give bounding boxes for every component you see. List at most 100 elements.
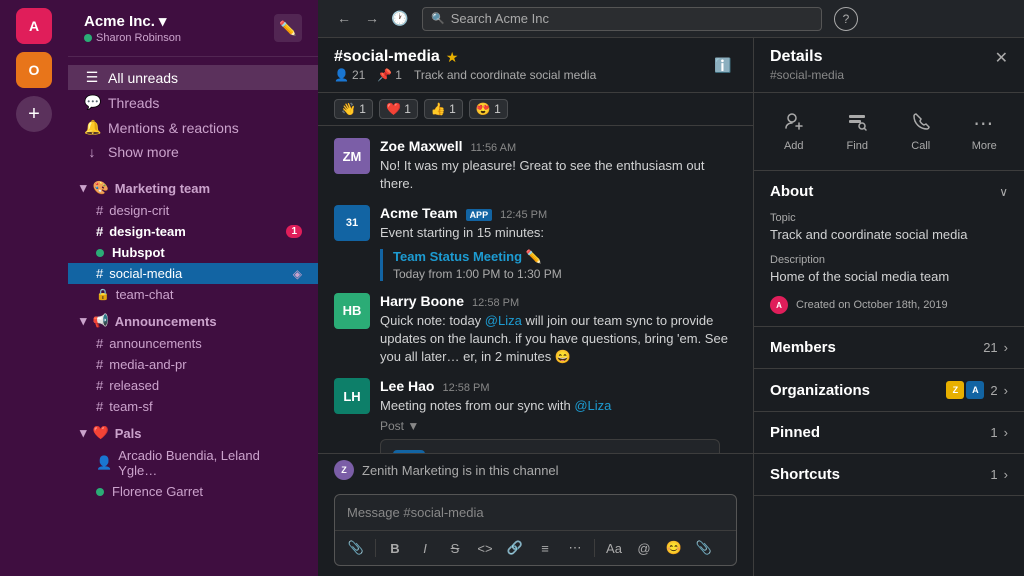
list-button[interactable]: ≡ [532,535,558,561]
members-count: 👤 21 [334,68,365,82]
reaction-heart-eyes[interactable]: 😍 1 [469,99,508,119]
attachment-button[interactable]: 📎 [343,535,369,561]
meeting-card[interactable]: 📄 1/9 Meeting Notes Last edited just now [380,439,720,453]
post-label[interactable]: Post ▼ [380,419,737,433]
topic-field: Topic Track and coordinate social media [770,212,1008,242]
strikethrough-button[interactable]: S [442,535,468,561]
message-text: Quick note: today @Liza will join our te… [380,312,737,367]
details-call-button[interactable]: Call [889,105,953,158]
nav-show-more[interactable]: ↓ Show more [68,140,318,164]
nav-arrows: ← → 🕐 [334,10,410,27]
created-avatar: A [770,296,788,314]
sidebar-channels: ▾ 🎨 Marketing team # design-crit # desig… [68,172,318,576]
channel-title-area: #social-media ★ 👤 21 📌 1 [334,48,596,82]
organizations-row[interactable]: Organizations Z A 2 › [754,369,1024,412]
channel-team-sf[interactable]: # team-sf [68,396,318,417]
details-about-header[interactable]: About ∨ [754,171,1024,212]
message-author: Lee Hao [380,378,434,394]
search-icon: 🔍 [431,12,445,25]
channel-star-icon[interactable]: ★ [446,49,459,66]
message-input[interactable] [335,495,736,530]
new-message-button[interactable]: ✏️ [274,14,302,42]
details-add-button[interactable]: Add [762,105,826,158]
details-close-button[interactable]: ✕ [995,48,1008,68]
message-time: 12:58 PM [472,297,519,309]
details-panel: Details #social-media ✕ [754,38,1024,576]
description-label: Description [770,254,1008,266]
members-row[interactable]: Members 21 › [754,327,1024,369]
add-workspace-button[interactable]: + [16,96,52,132]
details-body: About ∨ Topic Track and coordinate socia… [754,171,1024,576]
channel-group-marketing-header[interactable]: ▾ 🎨 Marketing team [68,176,318,200]
channel-meta: 👤 21 📌 1 Track and coordinate social med… [334,68,596,82]
channel-group-pals: ▾ ❤️ Pals 👤 Arcadio Buendia, Leland Ygle… [68,421,318,502]
shortcuts-row[interactable]: Shortcuts 1 › [754,454,1024,496]
avatar: ZM [334,138,370,174]
channel-announcements[interactable]: # announcements [68,333,318,354]
channel-arcadio[interactable]: 👤 Arcadio Buendia, Leland Ygle… [68,445,318,481]
italic-button[interactable]: I [412,535,438,561]
reaction-heart[interactable]: ❤️ 1 [379,99,418,119]
message-header: Acme Team APP 12:45 PM [380,205,737,221]
app-badge: APP [466,209,493,221]
link-button[interactable]: 🔗 [502,535,528,561]
about-chevron-icon: ∨ [999,185,1008,199]
shortcuts-count-area: 1 › [990,467,1008,482]
zenith-notification: Z Zenith Marketing is in this channel [318,453,753,486]
history-button[interactable]: 🕐 [390,10,410,27]
search-bar[interactable]: 🔍 Search Acme Inc [422,7,822,31]
channel-group-announcements: ▾ 📢 Announcements # announcements # medi… [68,309,318,417]
channel-released[interactable]: # released [68,375,318,396]
font-button[interactable]: Aa [601,535,627,561]
code-button[interactable]: <> [472,535,498,561]
workspace-avatar-secondary[interactable]: O [16,52,52,88]
main-sidebar: Acme Inc. ▾ Sharon Robinson ✏️ ☰ All unr… [68,0,318,576]
channel-group-marketing: ▾ 🎨 Marketing team # design-crit # desig… [68,176,318,305]
workspace-info: Acme Inc. ▾ Sharon Robinson [84,12,181,44]
created-info: A Created on October 18th, 2019 [770,296,1008,314]
nav-all-unreads[interactable]: ☰ All unreads [68,65,318,90]
org-badges: Z A [946,381,984,399]
channel-group-announcements-header[interactable]: ▾ 📢 Announcements [68,309,318,333]
back-button[interactable]: ← [334,10,354,27]
all-unreads-icon: ☰ [84,69,100,86]
toolbar-separator [375,539,376,557]
forward-button[interactable]: → [362,10,382,27]
channel-social-media[interactable]: # social-media ◈ [68,263,318,284]
channel-media-and-pr[interactable]: # media-and-pr [68,354,318,375]
find-icon [847,111,867,136]
details-find-button[interactable]: Find [826,105,890,158]
channel-group-pals-header[interactable]: ▾ ❤️ Pals [68,421,318,445]
main-content: ← → 🕐 🔍 Search Acme Inc ? #social-me [318,0,1024,576]
nav-threads[interactable]: 💬 Threads [68,90,318,115]
channel-hubspot[interactable]: Hubspot [68,242,318,263]
channel-florence[interactable]: Florence Garret [68,481,318,502]
file-upload-button[interactable]: 📎 [691,535,717,561]
organizations-count-area: Z A 2 › [946,381,1008,399]
channel-info-button[interactable]: ℹ️ [709,51,737,79]
reaction-wave[interactable]: 👋 1 [334,99,373,119]
details-more-button[interactable]: ⋯ More [953,105,1017,158]
mention-button[interactable]: @ [631,535,657,561]
call-label: Call [911,140,930,152]
event-title: Team Status Meeting ✏️ [393,249,737,265]
nav-mentions[interactable]: 🔔 Mentions & reactions [68,115,318,140]
threads-icon: 💬 [84,94,100,111]
shortcuts-label: Shortcuts [770,466,840,483]
mentions-icon: 🔔 [84,119,100,136]
more-formatting-button[interactable]: ⋯ [562,535,588,561]
emoji-button[interactable]: 😊 [661,535,687,561]
channel-design-team[interactable]: # design-team 1 [68,221,318,242]
avatar: HB [334,293,370,329]
bold-button[interactable]: B [382,535,408,561]
reaction-thumbsup[interactable]: 👍 1 [424,99,463,119]
workspace-name[interactable]: Acme Inc. ▾ [84,12,181,30]
message-time: 11:56 AM [470,142,516,154]
workspace-avatar-acme[interactable]: A [16,8,52,44]
channel-team-chat[interactable]: 🔒 team-chat [68,284,318,305]
help-button[interactable]: ? [834,7,858,31]
more-label: More [972,140,997,152]
channel-design-crit[interactable]: # design-crit [68,200,318,221]
channel-topic: Track and coordinate social media [414,68,596,82]
pinned-row[interactable]: Pinned 1 › [754,412,1024,454]
